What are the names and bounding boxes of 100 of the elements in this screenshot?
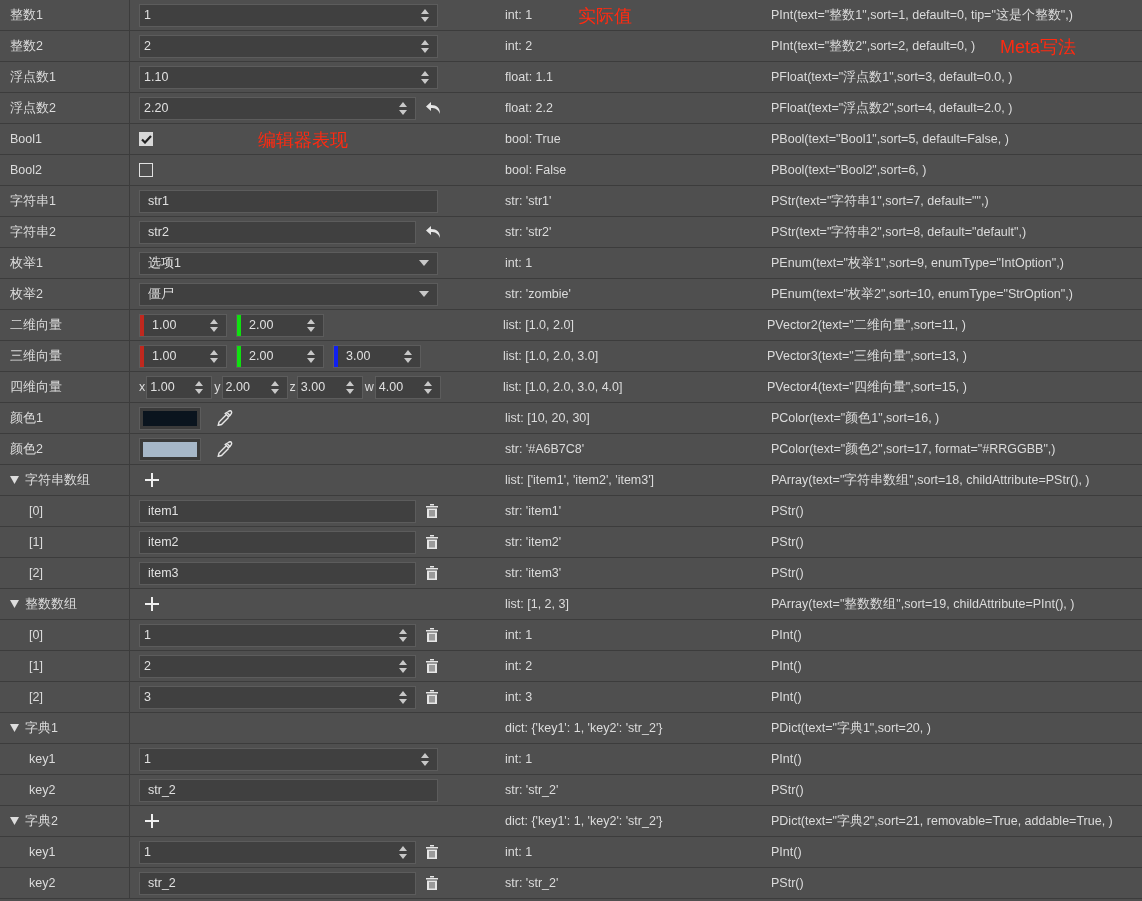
property-label: 浮点数1 (10, 68, 56, 86)
actual-value-text: bool: False (505, 163, 567, 177)
actual-value-text: str: 'item1' (505, 504, 562, 518)
meta-code-text: PArray(text="字符串数组",sort=18, childAttribute=PStr(), ) (771, 471, 1090, 489)
actual-value-text: list: [1, 2, 3] (505, 597, 569, 611)
actual-value-text: bool: True (505, 132, 561, 146)
number-field[interactable]: 2 (139, 34, 438, 58)
property-label: 颜色1 (10, 409, 43, 427)
trash-icon[interactable] (426, 690, 438, 704)
annotation-text: Meta写法 (1000, 36, 1077, 59)
spinner-arrows[interactable] (399, 690, 407, 704)
meta-code-text: PVector3(text="三维向量",sort=13, ) (767, 347, 967, 365)
axis-label: x (139, 380, 146, 394)
number-field[interactable]: 2.00 (221, 375, 288, 399)
number-field[interactable]: 2.00 (236, 313, 324, 337)
collapse-triangle-icon[interactable] (10, 724, 19, 732)
meta-code-text: PStr() (771, 535, 804, 549)
spinner-arrows[interactable] (399, 101, 407, 115)
actual-value-text: list: [10, 20, 30] (505, 411, 590, 425)
number-field[interactable]: 1 (139, 3, 438, 27)
property-label: 颜色2 (10, 440, 43, 458)
number-field[interactable]: 3 (139, 685, 416, 709)
undo-icon[interactable] (426, 225, 441, 239)
trash-icon[interactable] (426, 876, 438, 890)
spinner-arrows[interactable] (307, 349, 315, 363)
trash-icon[interactable] (426, 504, 438, 518)
text-field[interactable]: item2 (139, 530, 416, 554)
meta-code-text: PStr(text="字符串1",sort=7, default="",) (771, 192, 989, 210)
dropdown[interactable]: 僵尸 (139, 282, 438, 306)
trash-icon[interactable] (426, 845, 438, 859)
meta-code-text: PFloat(text="浮点数1",sort=3, default=0.0, ) (771, 68, 1013, 86)
number-field[interactable]: 3.00 (333, 344, 421, 368)
add-icon[interactable] (145, 814, 159, 828)
spinner-arrows[interactable] (399, 628, 407, 642)
add-icon[interactable] (145, 473, 159, 487)
spinner-arrows[interactable] (421, 8, 429, 22)
property-label: 枚举1 (10, 254, 43, 272)
dropdown-caret-icon (419, 260, 429, 266)
dropdown[interactable]: 选项1 (139, 251, 438, 275)
collapse-triangle-icon[interactable] (10, 817, 19, 825)
spinner-arrows[interactable] (399, 659, 407, 673)
spinner-arrows[interactable] (270, 380, 279, 394)
trash-icon[interactable] (426, 659, 438, 673)
checkbox[interactable] (139, 163, 153, 177)
actual-value-text: list: [1.0, 2.0, 3.0, 4.0] (503, 380, 623, 394)
trash-icon[interactable] (426, 628, 438, 642)
actual-value-text: list: ['item1', 'item2', 'item3'] (505, 473, 655, 487)
spinner-arrows[interactable] (404, 349, 412, 363)
meta-code-text: PVector2(text="二维向量",sort=11, ) (767, 316, 966, 334)
text-field[interactable]: item1 (139, 499, 416, 523)
number-field[interactable]: 2.00 (236, 344, 324, 368)
number-field[interactable]: 1 (139, 747, 438, 771)
actual-value-text: str: 'str1' (505, 194, 552, 208)
actual-value-text: str: 'item2' (505, 535, 562, 549)
number-field[interactable]: 3.00 (296, 375, 363, 399)
number-field[interactable]: 1.10 (139, 65, 438, 89)
property-label: 字典1 (25, 719, 58, 737)
number-field[interactable]: 1 (139, 623, 416, 647)
trash-icon[interactable] (426, 535, 438, 549)
spinner-arrows[interactable] (210, 318, 218, 332)
dropdown-caret-icon (419, 291, 429, 297)
actual-value-text: str: 'zombie' (505, 287, 571, 301)
spinner-arrows[interactable] (345, 380, 354, 394)
actual-value-text: int: 1 (505, 628, 533, 642)
add-icon[interactable] (145, 597, 159, 611)
spinner-arrows[interactable] (195, 380, 204, 394)
color-swatch[interactable] (139, 406, 201, 430)
text-field[interactable]: str_2 (139, 871, 416, 895)
eyedropper-icon[interactable] (217, 410, 233, 426)
text-field[interactable]: str1 (139, 189, 438, 213)
number-field[interactable]: 1.00 (139, 313, 227, 337)
actual-value-text: int: 1 (505, 256, 533, 270)
number-field[interactable]: 2 (139, 654, 416, 678)
number-field[interactable]: 4.00 (374, 375, 441, 399)
property-label: 字典2 (25, 812, 58, 830)
property-label: key1 (29, 845, 56, 859)
spinner-arrows[interactable] (210, 349, 218, 363)
eyedropper-icon[interactable] (217, 441, 233, 457)
color-swatch[interactable] (139, 437, 201, 461)
spinner-arrows[interactable] (421, 39, 429, 53)
number-field[interactable]: 2.20 (139, 96, 416, 120)
meta-code-text: PInt() (771, 659, 802, 673)
property-label: 二维向量 (10, 316, 62, 334)
number-field[interactable]: 1.00 (139, 344, 227, 368)
text-field[interactable]: item3 (139, 561, 416, 585)
spinner-arrows[interactable] (423, 380, 432, 394)
spinner-arrows[interactable] (421, 752, 429, 766)
trash-icon[interactable] (426, 566, 438, 580)
checkbox[interactable] (139, 132, 153, 146)
number-field[interactable]: 1.00 (146, 375, 213, 399)
text-field[interactable]: str_2 (139, 778, 438, 802)
spinner-arrows[interactable] (307, 318, 315, 332)
undo-icon[interactable] (426, 101, 441, 115)
number-field[interactable]: 1 (139, 840, 416, 864)
collapse-triangle-icon[interactable] (10, 600, 19, 608)
text-field[interactable]: str2 (139, 220, 416, 244)
spinner-arrows[interactable] (421, 70, 429, 84)
collapse-triangle-icon[interactable] (10, 476, 19, 484)
spinner-arrows[interactable] (399, 845, 407, 859)
meta-code-text: PBool(text="Bool2",sort=6, ) (771, 163, 927, 177)
